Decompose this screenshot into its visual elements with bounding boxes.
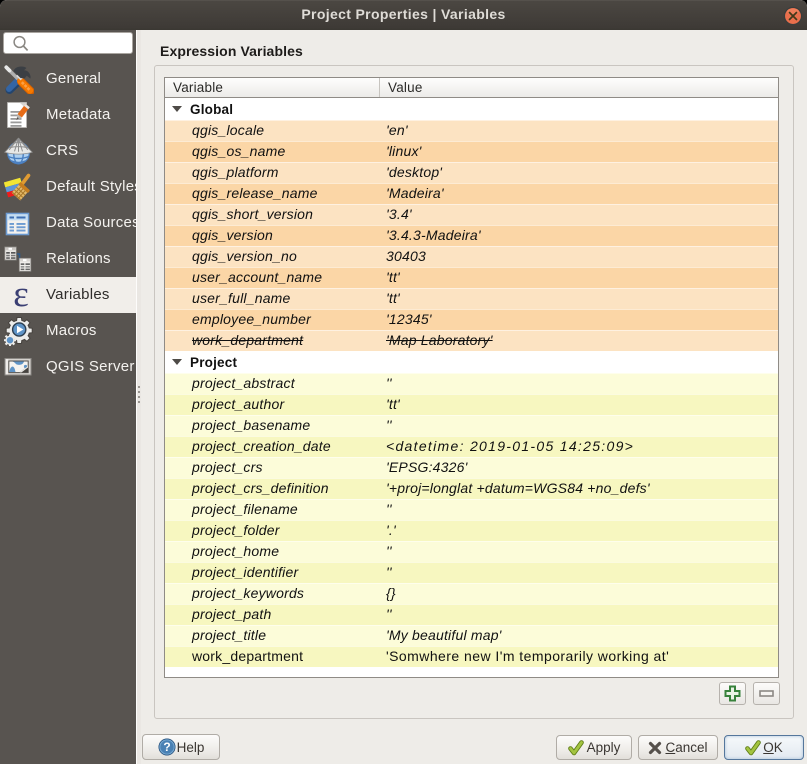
svg-text:?: ? [163, 740, 170, 754]
